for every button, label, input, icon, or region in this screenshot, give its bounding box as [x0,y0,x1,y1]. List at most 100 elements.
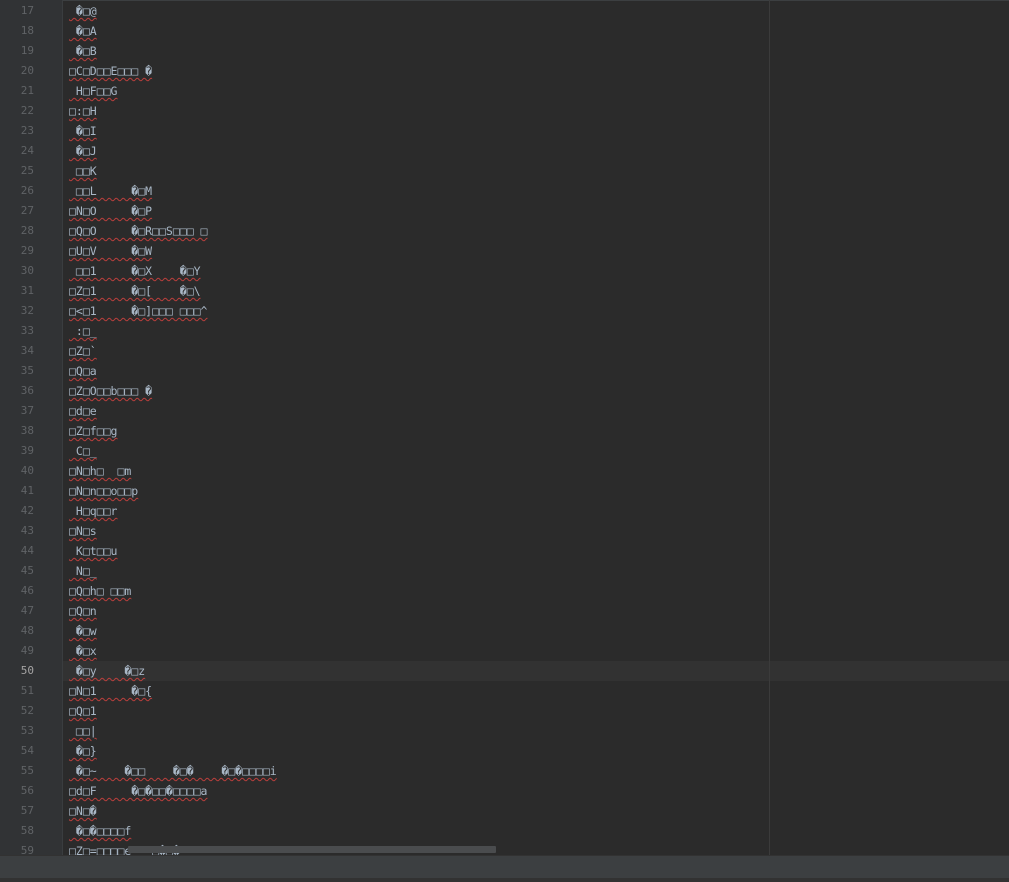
line-number[interactable]: 41 [4,481,34,501]
code-line[interactable]: □Q□1 [63,701,1009,721]
line-number[interactable]: 19 [4,41,34,61]
code-line[interactable]: □N□� [63,801,1009,821]
line-number[interactable]: 52 [4,701,34,721]
status-bar-bottom-edge [0,878,1009,882]
code-area[interactable]: �□@ �□A �□B □C□D□□E□□□ � H□F□□G □:□H �□I �… [63,0,1009,858]
code-line[interactable]: □Z□` [63,341,1009,361]
code-line[interactable]: □Q□O �□R□□S□□□ □ [63,221,1009,241]
code-line[interactable]: H□F□□G [63,81,1009,101]
line-number[interactable]: 37 [4,401,34,421]
code-line[interactable]: �□B [63,41,1009,61]
code-line[interactable]: K□t□□u [63,541,1009,561]
line-number[interactable]: 49 [4,641,34,661]
line-number[interactable]: 53 [4,721,34,741]
code-line[interactable]: �□w [63,621,1009,641]
code-line[interactable]: □Z□f□□g [63,421,1009,441]
line-number[interactable]: 23 [4,121,34,141]
line-number[interactable]: 33 [4,321,34,341]
line-number[interactable]: 46 [4,581,34,601]
code-line[interactable]: �□@ [63,1,1009,21]
line-number[interactable]: 25 [4,161,34,181]
line-number[interactable]: 27 [4,201,34,221]
line-number[interactable]: 30 [4,261,34,281]
code-line[interactable]: □d□F �□�□□�□□□□a [63,781,1009,801]
line-number[interactable]: 58 [4,821,34,841]
line-number[interactable]: 56 [4,781,34,801]
code-line[interactable]: �□J [63,141,1009,161]
code-line[interactable]: �□~ �□□ �□� �□�□□□□i [63,761,1009,781]
code-line-text: □<□1 �□]□□□ □□□^ [69,304,208,318]
line-number[interactable]: 24 [4,141,34,161]
line-number[interactable]: 40 [4,461,34,481]
code-line[interactable]: □C□D□□E□□□ � [63,61,1009,81]
code-line[interactable]: H□q□□r [63,501,1009,521]
code-line[interactable]: □d□e [63,401,1009,421]
line-number[interactable]: 44 [4,541,34,561]
code-line[interactable]: □□K [63,161,1009,181]
line-number[interactable]: 55 [4,761,34,781]
line-number[interactable]: 21 [4,81,34,101]
line-number[interactable]: 54 [4,741,34,761]
line-number-gutter[interactable]: 17 18 19 20 21 22 23 24 25 26 27 28 29 30 31 32 33 34 35 36… [0,0,63,857]
code-line[interactable]: □Q□a [63,361,1009,381]
code-line[interactable]: □Q□n [63,601,1009,621]
line-number[interactable]: 26 [4,181,34,201]
line-number[interactable]: 45 [4,561,34,581]
code-line-text: □Z□O□□b□□□ � [69,384,153,398]
code-line-text: □□K [69,164,97,178]
code-line-text: □N□� [69,804,97,818]
line-number[interactable]: 22 [4,101,34,121]
code-line[interactable]: □N□s [63,521,1009,541]
line-number[interactable]: 18 [4,21,34,41]
line-number[interactable]: 32 [4,301,34,321]
line-number[interactable]: 29 [4,241,34,261]
code-line-text: □Z□` [69,344,97,358]
line-number[interactable]: 35 [4,361,34,381]
code-line[interactable]: N□_ [63,561,1009,581]
code-line[interactable]: □N□n□□o□□p [63,481,1009,501]
code-line[interactable]: □:□H [63,101,1009,121]
code-line-text: □□1 �□X �□Y [69,264,201,278]
line-number[interactable]: 34 [4,341,34,361]
code-editor[interactable]: 17 18 19 20 21 22 23 24 25 26 27 28 29 30 31 32 33 34 35 36… [0,0,1009,882]
code-line-text: N□_ [69,564,97,578]
line-number[interactable]: 43 [4,521,34,541]
code-line[interactable]: □□| [63,721,1009,741]
line-number[interactable]: 28 [4,221,34,241]
code-line[interactable]: □<□1 �□]□□□ □□□^ [63,301,1009,321]
line-number[interactable]: 17 [4,1,34,21]
line-number[interactable]: 31 [4,281,34,301]
code-line[interactable]: □N□1 �□{ [63,681,1009,701]
code-line[interactable]: □N□h□ □m [63,461,1009,481]
line-number[interactable]: 50 [4,661,34,681]
line-number[interactable]: 20 [4,61,34,81]
current-code-line[interactable]: �□y �□z [63,661,1009,681]
code-line[interactable]: □□L �□M [63,181,1009,201]
code-line[interactable]: :□_ [63,321,1009,341]
line-number[interactable]: 38 [4,421,34,441]
horizontal-scrollbar-thumb[interactable] [128,846,496,853]
line-number[interactable]: 36 [4,381,34,401]
line-number[interactable]: 48 [4,621,34,641]
code-line[interactable]: □U□V �□W [63,241,1009,261]
code-line[interactable]: �□I [63,121,1009,141]
code-line[interactable]: �□x [63,641,1009,661]
code-line-text: □□L �□M [69,184,153,198]
code-line[interactable]: □N□O �□P [63,201,1009,221]
code-line[interactable]: □Z□O□□b□□□ � [63,381,1009,401]
line-number[interactable]: 57 [4,801,34,821]
line-number[interactable]: 42 [4,501,34,521]
code-line[interactable]: �□A [63,21,1009,41]
code-line-text: □Z□f□□g [69,424,118,438]
code-line[interactable]: �□} [63,741,1009,761]
code-line[interactable]: □Q□h□ □□m [63,581,1009,601]
code-line[interactable]: □Z□1 �□[ �□\ [63,281,1009,301]
code-line-text: □d□F �□�□□�□□□□a [69,784,208,798]
line-number[interactable]: 39 [4,441,34,461]
code-line[interactable]: �□�□□□□f [63,821,1009,841]
line-number[interactable]: 47 [4,601,34,621]
code-line-text: �□I [69,124,97,138]
code-line[interactable]: C□_ [63,441,1009,461]
code-line[interactable]: □□1 �□X �□Y [63,261,1009,281]
line-number[interactable]: 51 [4,681,34,701]
